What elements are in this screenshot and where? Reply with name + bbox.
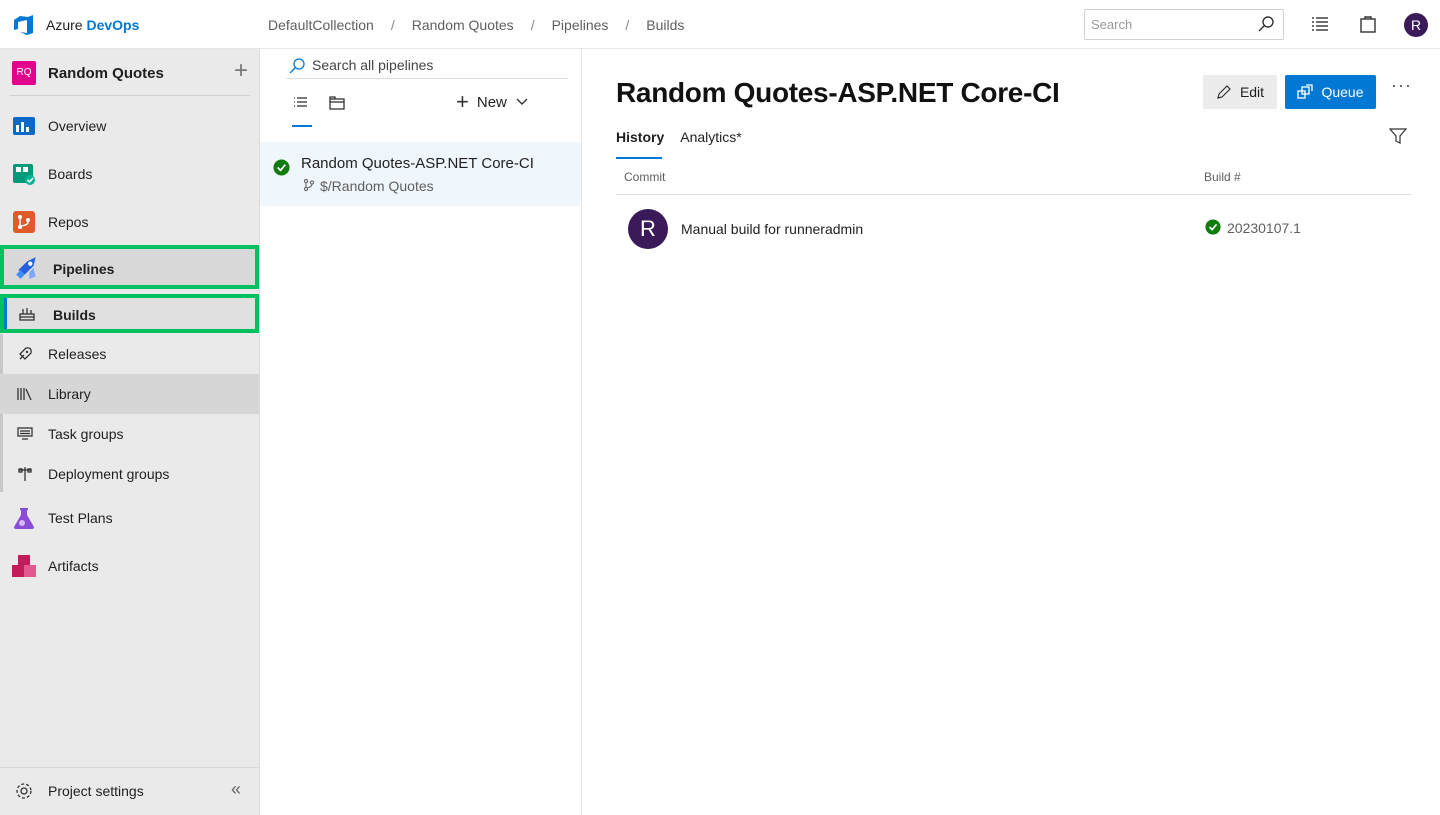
selected-indicator (4, 298, 7, 329)
overview-icon (13, 117, 35, 135)
project-header[interactable]: RQ Random Quotes + (12, 59, 248, 85)
pipelines-icon (16, 257, 36, 279)
sidebar-item-overview[interactable]: Overview (0, 106, 259, 146)
sidebar-item-artifacts[interactable]: Artifacts (0, 546, 259, 586)
test-plans-icon (14, 508, 34, 529)
tab-history[interactable]: History (616, 129, 664, 145)
top-bar: Azure DevOps DefaultCollection / Random … (0, 0, 1440, 49)
sidebar-item-pipelines[interactable]: Pipelines (0, 245, 259, 289)
queue-button[interactable]: Queue (1285, 75, 1376, 109)
plus-icon: + (456, 89, 469, 114)
tab-analytics[interactable]: Analytics* (680, 129, 741, 145)
rocket-icon (19, 347, 32, 360)
breadcrumb-item[interactable]: Builds (646, 17, 684, 33)
edit-button[interactable]: Edit (1203, 75, 1277, 109)
project-badge: RQ (12, 61, 36, 85)
sidebar-item-releases[interactable]: Releases (0, 334, 259, 374)
sidebar-item-boards[interactable]: Boards (0, 154, 259, 194)
pipeline-name: Random Quotes-ASP.NET Core-CI (301, 155, 534, 172)
search-icon (289, 58, 305, 74)
search-icon (1258, 16, 1274, 32)
main-content: Random Quotes-ASP.NET Core-CI Edit Queue… (583, 49, 1440, 815)
filter-icon[interactable] (1389, 127, 1407, 145)
brand-name[interactable]: Azure DevOps (46, 17, 139, 33)
success-status-icon (1205, 219, 1221, 235)
sidebar-item-repos[interactable]: Repos (0, 202, 259, 242)
task-groups-icon (17, 427, 33, 440)
build-number: 20230107.1 (1227, 220, 1301, 236)
sidebar: RQ Random Quotes + Overview Boards Repos… (0, 49, 260, 815)
pipeline-list-pane: Search all pipelines + New Random Quotes… (260, 49, 582, 815)
azure-devops-logo-icon[interactable] (12, 13, 36, 37)
artifacts-icon (12, 555, 36, 577)
tab-bar: History Analytics* (616, 129, 742, 145)
pipeline-list-item[interactable]: Random Quotes-ASP.NET Core-CI $/Random Q… (260, 142, 581, 206)
divider (10, 95, 250, 96)
page-title: Random Quotes-ASP.NET Core-CI (616, 77, 1060, 108)
sidebar-item-builds[interactable]: Builds (0, 294, 259, 333)
global-search-input[interactable]: Search (1084, 9, 1284, 40)
queue-icon (1297, 84, 1314, 99)
active-tab-indicator (616, 157, 662, 159)
new-pipeline-button[interactable]: + New (456, 89, 529, 114)
column-header-build: Build # (1204, 170, 1241, 184)
folder-view-icon[interactable] (327, 93, 347, 113)
commit-message: Manual build for runneradmin (681, 221, 864, 237)
breadcrumb-item[interactable]: DefaultCollection (268, 17, 374, 33)
deployment-groups-icon (18, 467, 32, 481)
collapse-sidebar-icon[interactable]: « (231, 779, 241, 800)
sidebar-item-task-groups[interactable]: Task groups (0, 414, 259, 454)
user-avatar[interactable]: R (1404, 13, 1428, 37)
list-view-icon[interactable] (291, 93, 311, 113)
add-icon[interactable]: + (234, 59, 248, 83)
divider (616, 194, 1412, 195)
library-icon (17, 388, 32, 401)
boards-icon (13, 164, 35, 185)
branch-icon (303, 178, 315, 192)
pipeline-search-input[interactable]: Search all pipelines (286, 55, 568, 79)
breadcrumb: DefaultCollection / Random Quotes / Pipe… (268, 17, 685, 33)
breadcrumb-item[interactable]: Random Quotes (412, 17, 514, 33)
project-name: Random Quotes (48, 65, 164, 82)
avatar: R (628, 209, 668, 249)
repos-icon (13, 211, 35, 233)
success-status-icon (273, 159, 290, 176)
sidebar-item-deployment-groups[interactable]: Deployment groups (0, 454, 259, 494)
sidebar-item-test-plans[interactable]: Test Plans (0, 498, 259, 538)
active-tab-indicator (292, 125, 312, 127)
pencil-icon (1217, 85, 1231, 99)
column-header-commit: Commit (624, 170, 666, 184)
more-options-icon[interactable]: ··· (1391, 75, 1412, 96)
sidebar-item-library[interactable]: Library (0, 374, 259, 414)
chevron-down-icon (516, 98, 528, 105)
breadcrumb-item[interactable]: Pipelines (552, 17, 609, 33)
project-settings[interactable]: Project settings « (0, 767, 259, 815)
task-list-icon[interactable] (1310, 14, 1330, 34)
shopping-bag-icon[interactable] (1358, 14, 1378, 34)
builds-icon (19, 308, 35, 321)
pipeline-path: $/Random Quotes (320, 178, 434, 194)
gear-icon (16, 783, 32, 799)
